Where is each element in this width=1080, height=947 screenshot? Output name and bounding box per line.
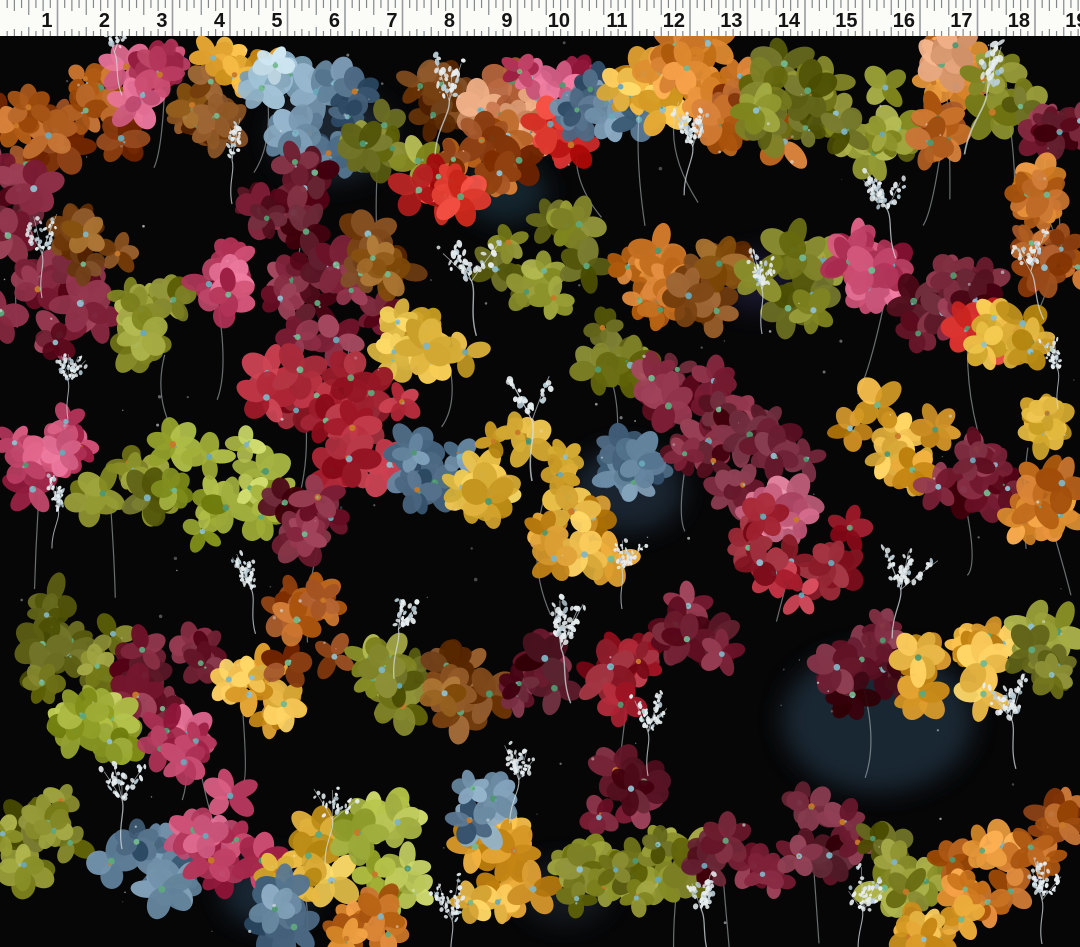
fabric-graphic <box>0 36 1080 947</box>
ruler-number: 2 <box>99 10 110 32</box>
ruler-number: 7 <box>386 10 397 32</box>
ruler-number: 14 <box>778 10 801 32</box>
ruler-number: 4 <box>214 10 226 32</box>
fabric-print <box>0 36 1080 947</box>
ruler-number: 15 <box>835 10 857 32</box>
ruler-number: 3 <box>156 10 167 32</box>
ruler-number: 17 <box>950 10 972 32</box>
ruler-number: 18 <box>1008 10 1030 32</box>
flower-cluster <box>962 295 1057 374</box>
ruler-graphic: 12345678910111213141516171819 <box>0 0 1080 36</box>
ruler-number: 9 <box>501 10 512 32</box>
ruler-number: 19 <box>1065 10 1080 32</box>
ruler-number: 12 <box>663 10 685 32</box>
ruler-number: 6 <box>329 10 340 32</box>
fabric-swatch-photo: 12345678910111213141516171819 <box>0 0 1080 947</box>
ruler-number: 16 <box>893 10 915 32</box>
ruler-number: 10 <box>548 10 570 32</box>
ruler-number: 13 <box>720 10 742 32</box>
ruler-number: 8 <box>444 10 455 32</box>
ruler: 12345678910111213141516171819 <box>0 0 1080 36</box>
ruler-number: 1 <box>41 10 52 32</box>
ruler-number: 11 <box>606 10 627 32</box>
ruler-number: 5 <box>271 10 282 32</box>
